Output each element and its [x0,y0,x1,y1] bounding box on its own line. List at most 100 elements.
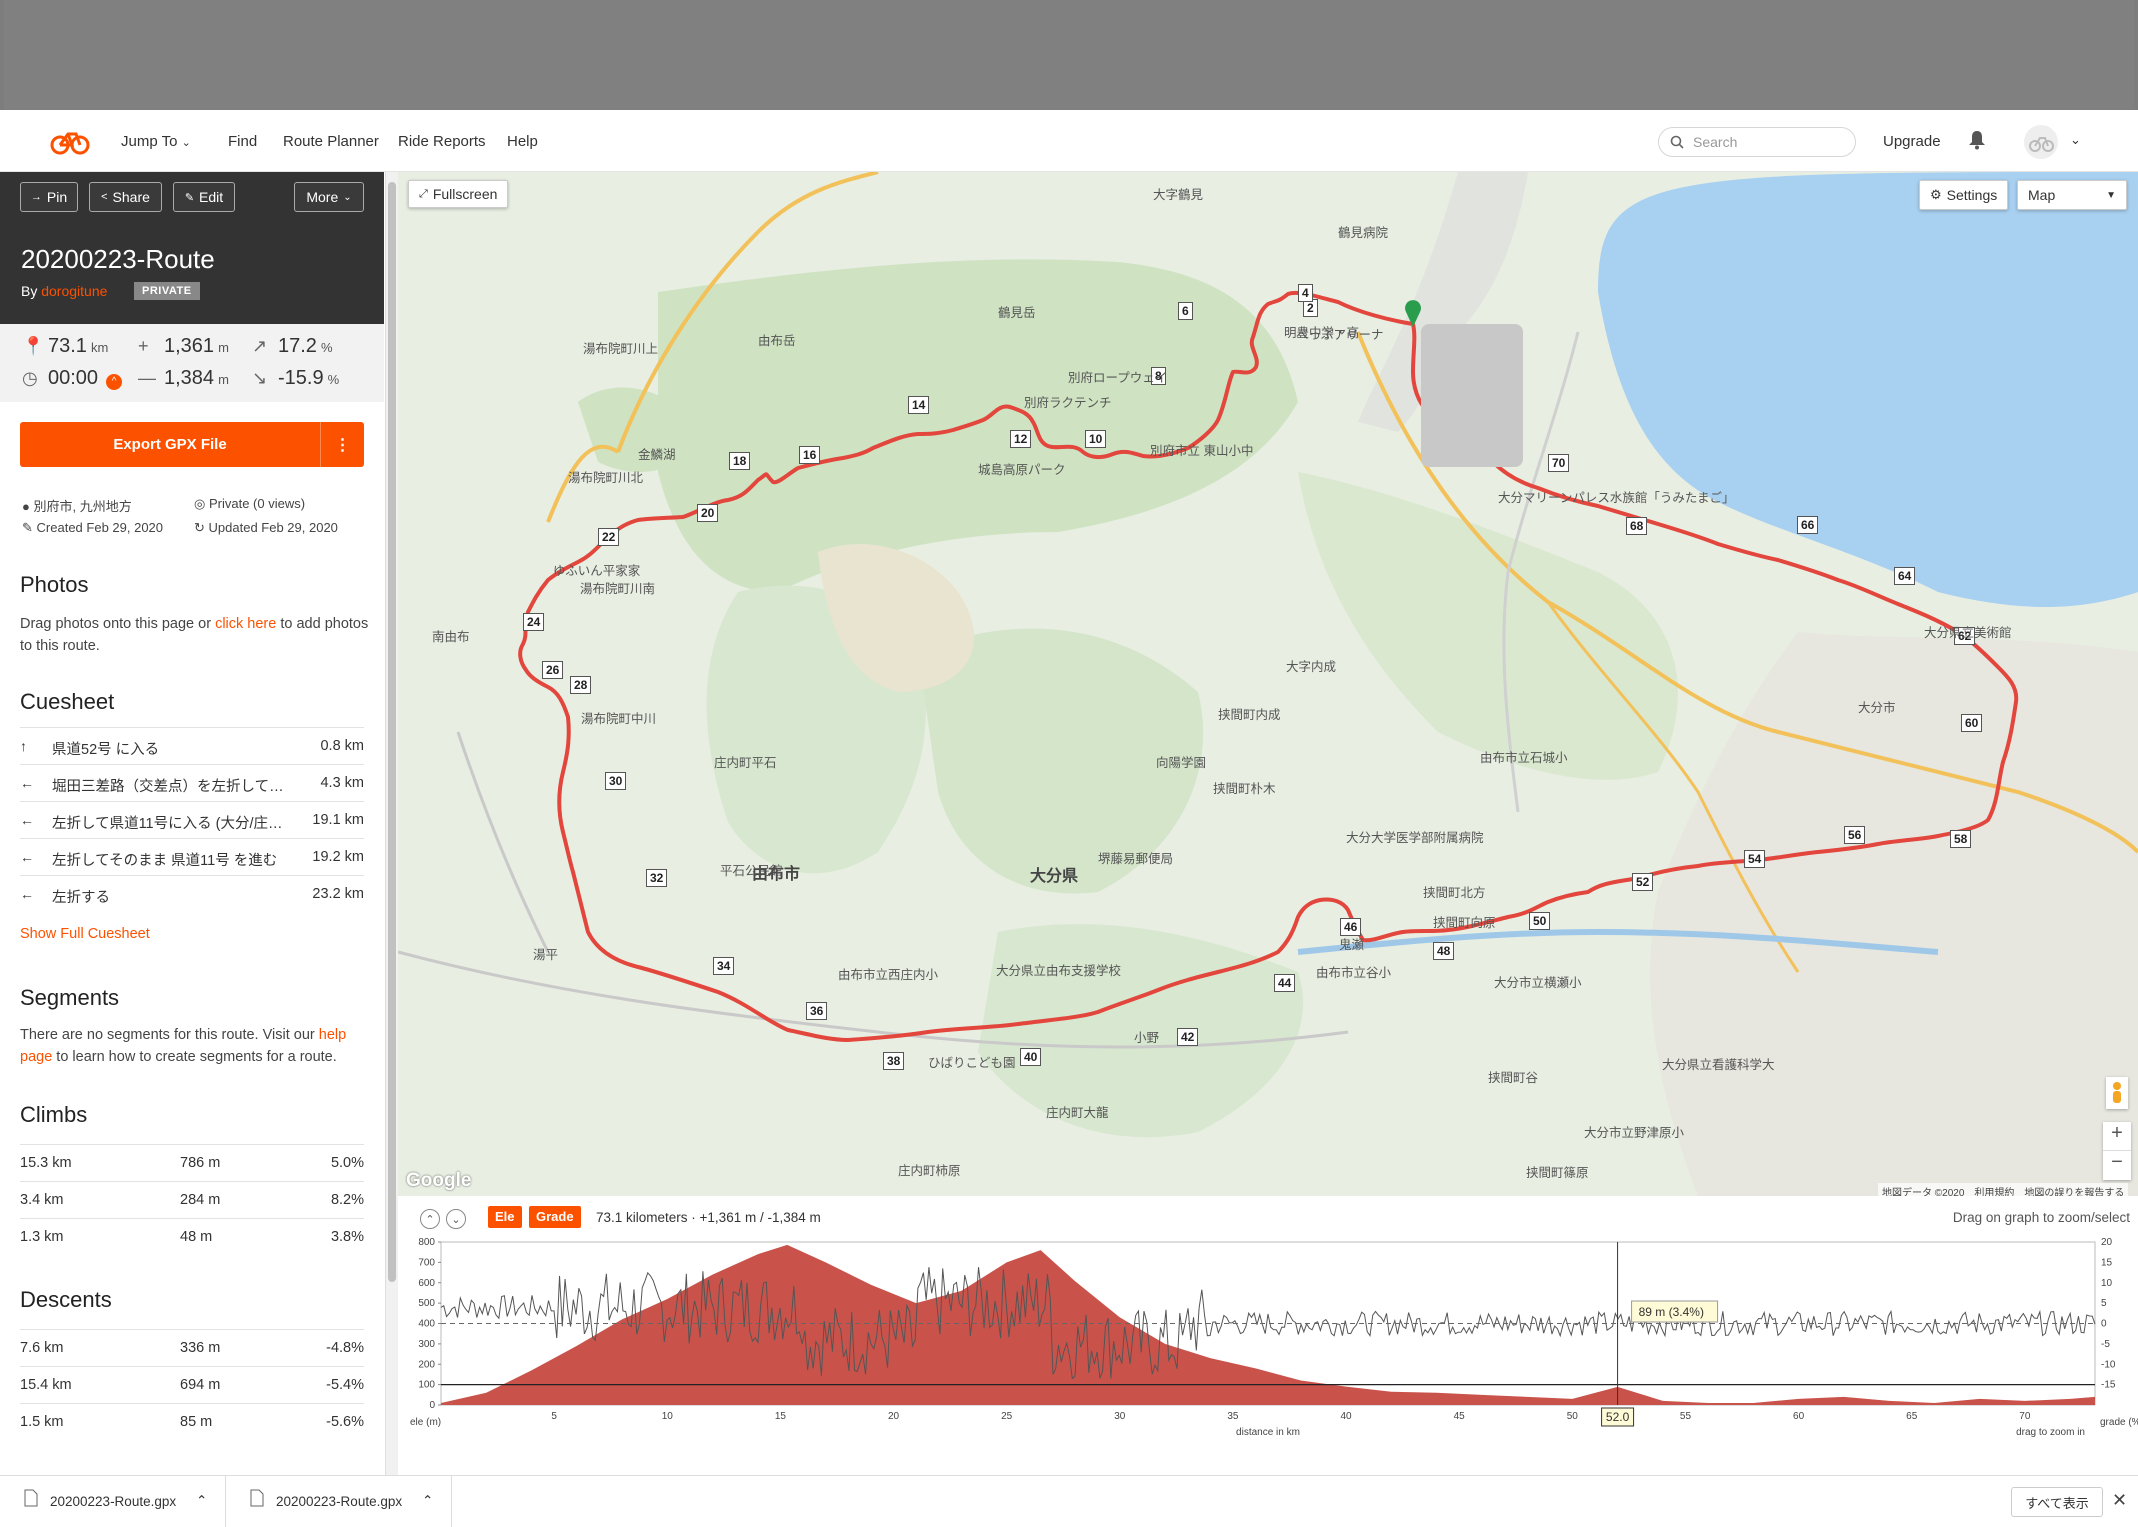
avatar[interactable] [2024,125,2058,159]
y-axis-label-right: grade (%) [2100,1417,2138,1428]
cue-item[interactable]: ↑ 県道52号 に入る 0.8 km [20,727,364,764]
km-marker[interactable]: 52 [1632,873,1654,891]
km-marker[interactable]: 12 [1010,430,1032,448]
close-icon[interactable]: ✕ [2112,1490,2127,1511]
km-marker[interactable]: 34 [713,957,735,975]
km-marker[interactable]: 68 [1626,517,1648,535]
chevron-up-icon[interactable]: ⌃ [196,1493,207,1509]
edit-button[interactable]: ✎ Edit [173,182,235,212]
descent-row[interactable]: 7.6 km 336 m -4.8% [20,1329,364,1366]
map-label: 由布市立西庄内小 [838,968,939,982]
cue-item[interactable]: ← 左折してそのまま 県道11号 を進む 19.2 km [20,838,364,875]
climbs-distance: 1.3 km [20,1229,64,1245]
fullscreen-button[interactable]: ⤢ Fullscreen [408,180,509,208]
author-link[interactable]: dorogitune [41,283,107,299]
loss-value: 1,384 [164,367,215,389]
km-marker[interactable]: 36 [806,1002,828,1020]
edit-label: Edit [199,189,224,205]
share-button[interactable]: < Share [89,182,162,212]
descent-row[interactable]: 15.4 km 694 m -5.4% [20,1366,364,1403]
km-marker[interactable]: 6 [1178,302,1193,320]
tab-ele[interactable]: Ele [488,1206,522,1228]
km-marker[interactable]: 44 [1274,974,1296,992]
show-all-button[interactable]: すべて表示 [2011,1487,2103,1517]
km-marker[interactable]: 20 [697,504,719,522]
km-marker[interactable]: 66 [1797,516,1819,534]
settings-label: Settings [1946,187,1998,203]
collapse-up-button[interactable]: ⌃ [420,1209,440,1229]
nav-route-planner[interactable]: Route Planner [283,133,379,150]
cue-item[interactable]: ← 左折して県道11号に入る (大分/庄内方面) 19.1 km [20,801,364,838]
tab-grade[interactable]: Grade [529,1206,581,1228]
map-settings-button[interactable]: ⚙ Settings [1919,180,2009,210]
descent-row[interactable]: 1.5 km 85 m -5.6% [20,1403,364,1440]
km-marker[interactable]: 54 [1744,850,1766,868]
km-marker[interactable]: 32 [646,869,668,887]
chevron-down-icon[interactable]: ⌄ [2070,132,2081,148]
y-tick-label-right: 5 [2101,1298,2107,1309]
chevron-up-icon[interactable]: ⌃ [422,1493,433,1509]
cue-item[interactable]: ← 左折する 23.2 km [20,875,364,912]
km-marker[interactable]: 14 [908,396,930,414]
km-marker[interactable]: 50 [1529,912,1551,930]
show-full-cuesheet-link[interactable]: Show Full Cuesheet [20,926,150,942]
elevation-chart[interactable]: 89 m (3.4%)52.05 10 15 20 25 30 35 40 45 50 55 60 65… [398,1230,2138,1470]
km-marker[interactable]: 60 [1961,714,1983,732]
logo-icon[interactable] [50,126,90,156]
cue-distance: 0.8 km [320,738,364,754]
expand-icon: ⤢ [419,187,428,200]
km-marker[interactable]: 40 [1020,1048,1042,1066]
zoom-in-button[interactable]: + [2103,1122,2131,1151]
zoom-out-button[interactable]: − [2103,1151,2131,1174]
km-marker[interactable]: 4 [1298,284,1313,302]
km-marker[interactable]: 22 [598,528,620,546]
upgrade-link[interactable]: Upgrade [1883,133,1941,150]
scrollbar-thumb[interactable] [388,182,396,1282]
expand-down-button[interactable]: ⌄ [446,1209,466,1229]
pencil-icon: ✎ [184,191,195,204]
nav-find[interactable]: Find [228,133,257,150]
km-marker[interactable]: 64 [1894,567,1916,585]
caret-down-icon: ▼ [2106,189,2116,201]
speed-toggle-icon[interactable]: ^ [106,374,123,390]
km-marker[interactable]: 56 [1844,826,1866,844]
climb-row[interactable]: 1.3 km 48 m 3.8% [20,1218,364,1255]
map-type-value: Map [2028,187,2056,203]
nav-jump-to[interactable]: Jump To ⌄ [121,133,191,150]
bell-icon[interactable] [1968,130,1986,150]
km-marker[interactable]: 16 [799,446,821,464]
climb-row[interactable]: 15.3 km 786 m 5.0% [20,1144,364,1181]
download-item[interactable]: 20200223-Route.gpx ⌃ [0,1476,226,1527]
route-map[interactable]: 2 4 6 8 10 12 14 16 18 20 22 24 26 28 30 32 34 36 38 40 42 44… [398,172,2138,1196]
top-nav: Jump To ⌄ Find Route Planner Ride Report… [0,110,2138,172]
search-input[interactable]: Search [1658,127,1856,157]
climb-row[interactable]: 3.4 km 284 m 8.2% [20,1181,364,1218]
cue-item[interactable]: ← 堀田三差路（交差点）を左折して県道11号に入る 4.3 km [20,764,364,801]
export-gpx-button[interactable]: Export GPX File ⋮ [20,422,364,467]
km-marker[interactable]: 26 [542,661,564,679]
more-button[interactable]: More ⌄ [294,182,364,212]
map-type-select[interactable]: Map ▼ [2017,180,2127,210]
km-marker[interactable]: 24 [523,613,545,631]
distance-value: 73.1 [48,335,87,357]
km-marker[interactable]: 58 [1950,830,1972,848]
km-marker[interactable]: 42 [1177,1028,1199,1046]
download-item[interactable]: 20200223-Route.gpx ⌃ [226,1476,452,1527]
km-marker[interactable]: 70 [1548,454,1570,472]
map-credits: 地図データ ©2020 利用規約 地図の誤りを報告する [1878,1183,2129,1196]
descents-distance: 7.6 km [20,1340,64,1356]
export-menu-button[interactable]: ⋮ [320,422,364,467]
pegman-icon[interactable] [2106,1077,2128,1109]
stat-distance: 📍 73.1 km [22,335,108,358]
km-marker[interactable]: 28 [570,676,592,694]
photos-upload-link[interactable]: click here [215,616,276,632]
pin-button[interactable]: → Pin [20,182,78,212]
km-marker[interactable]: 48 [1433,942,1455,960]
km-marker[interactable]: 10 [1085,430,1107,448]
km-marker[interactable]: 18 [729,452,751,470]
sidebar-scrollbar[interactable] [386,172,398,1475]
nav-ride-reports[interactable]: Ride Reports [398,133,486,150]
nav-help[interactable]: Help [507,133,538,150]
km-marker[interactable]: 38 [883,1052,905,1070]
km-marker[interactable]: 30 [605,772,627,790]
